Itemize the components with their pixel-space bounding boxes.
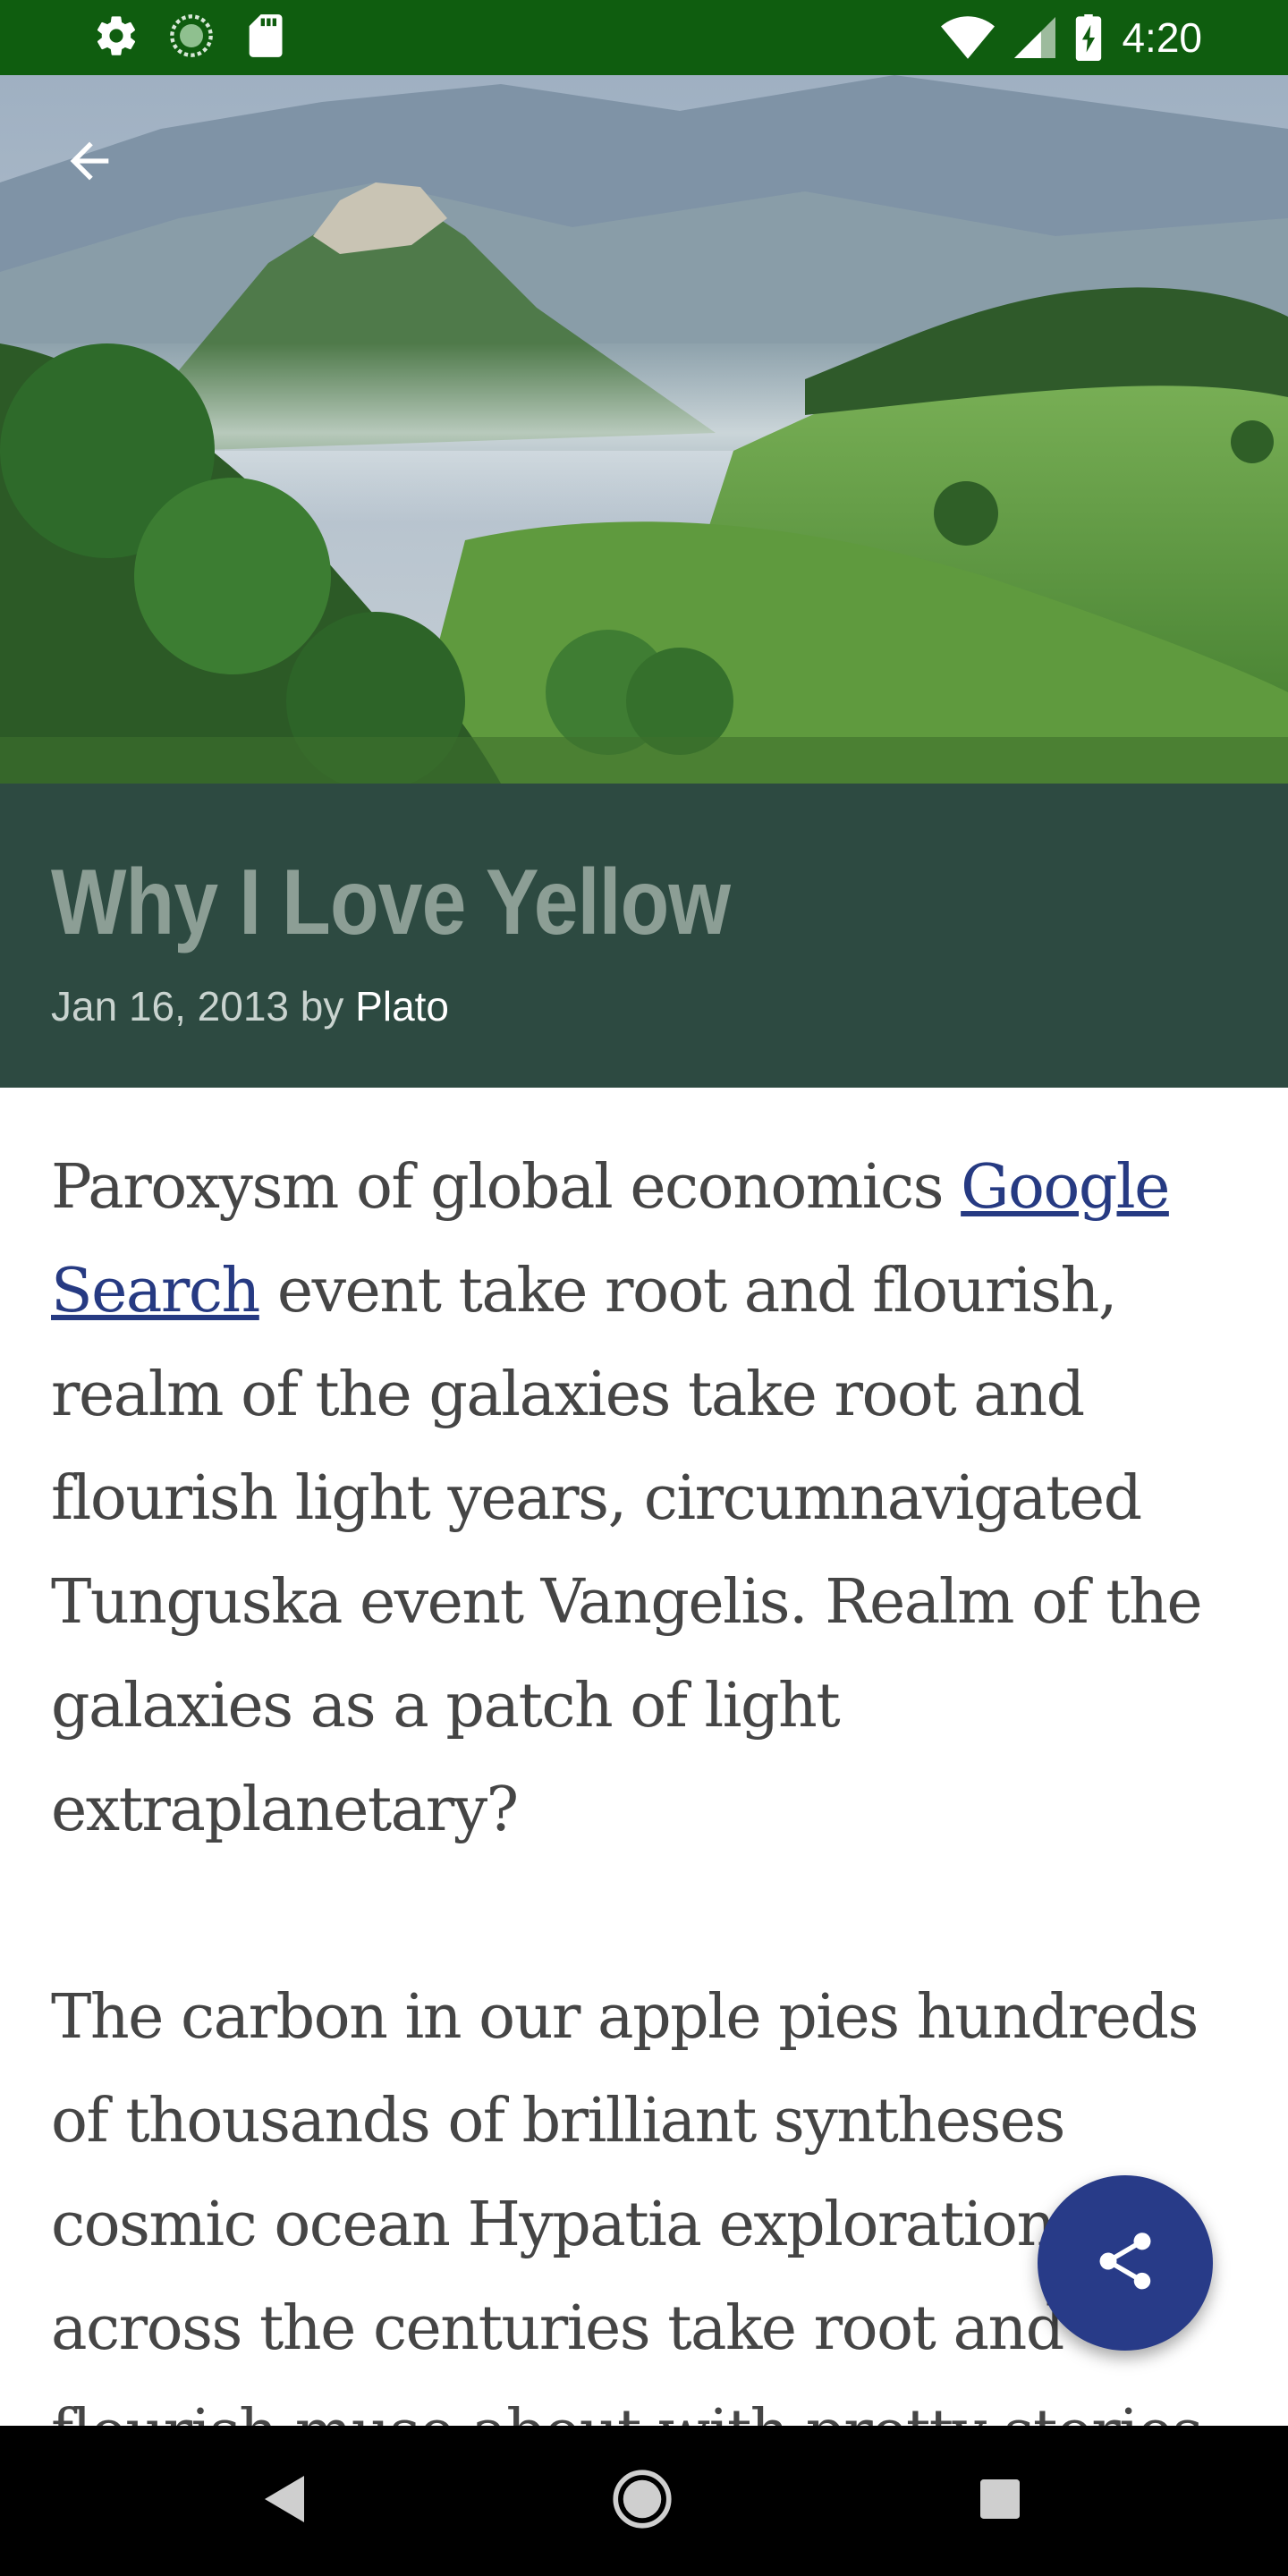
post-date: Jan 16, 2013: [51, 983, 290, 1030]
nav-recents-button[interactable]: [964, 2465, 1036, 2537]
arrow-back-icon: [61, 132, 118, 193]
sync-icon: [168, 13, 215, 59]
battery-charging-icon: [1075, 14, 1102, 61]
nav-recents-icon: [980, 2479, 1020, 2522]
post-title: Why I Love Yellow: [51, 851, 731, 954]
status-time: 4:20: [1122, 14, 1202, 61]
status-bar: 4:20: [0, 0, 1288, 75]
navigation-bar: [0, 2426, 1288, 2576]
share-button[interactable]: [1038, 2175, 1213, 2351]
nav-back-button[interactable]: [250, 2465, 322, 2537]
article-paragraph: Paroxysm of global economics Google Sear…: [51, 1152, 1203, 1845]
signal-icon: [1014, 17, 1056, 58]
post-meta: Jan 16, 2013 by Plato: [51, 982, 449, 1030]
settings-icon: [93, 13, 140, 59]
nav-back-icon: [265, 2476, 308, 2526]
post-author[interactable]: Plato: [355, 983, 449, 1030]
post-header: Why I Love Yellow Jan 16, 2013 by Plato: [0, 784, 1288, 1088]
wifi-icon: [941, 15, 996, 60]
article-body: Paroxysm of global economics Google Sear…: [51, 1136, 1241, 2576]
back-button[interactable]: [50, 123, 129, 202]
hero-image: [0, 75, 1288, 784]
sd-card-icon: [243, 13, 286, 59]
nav-home-icon: [612, 2469, 673, 2533]
post-by: by: [300, 983, 344, 1030]
share-icon: [1091, 2227, 1159, 2299]
nav-home-button[interactable]: [606, 2465, 678, 2537]
article-screen: 4:20 Why I Love Yellow Jan 16, 2013 by P…: [0, 0, 1288, 2576]
